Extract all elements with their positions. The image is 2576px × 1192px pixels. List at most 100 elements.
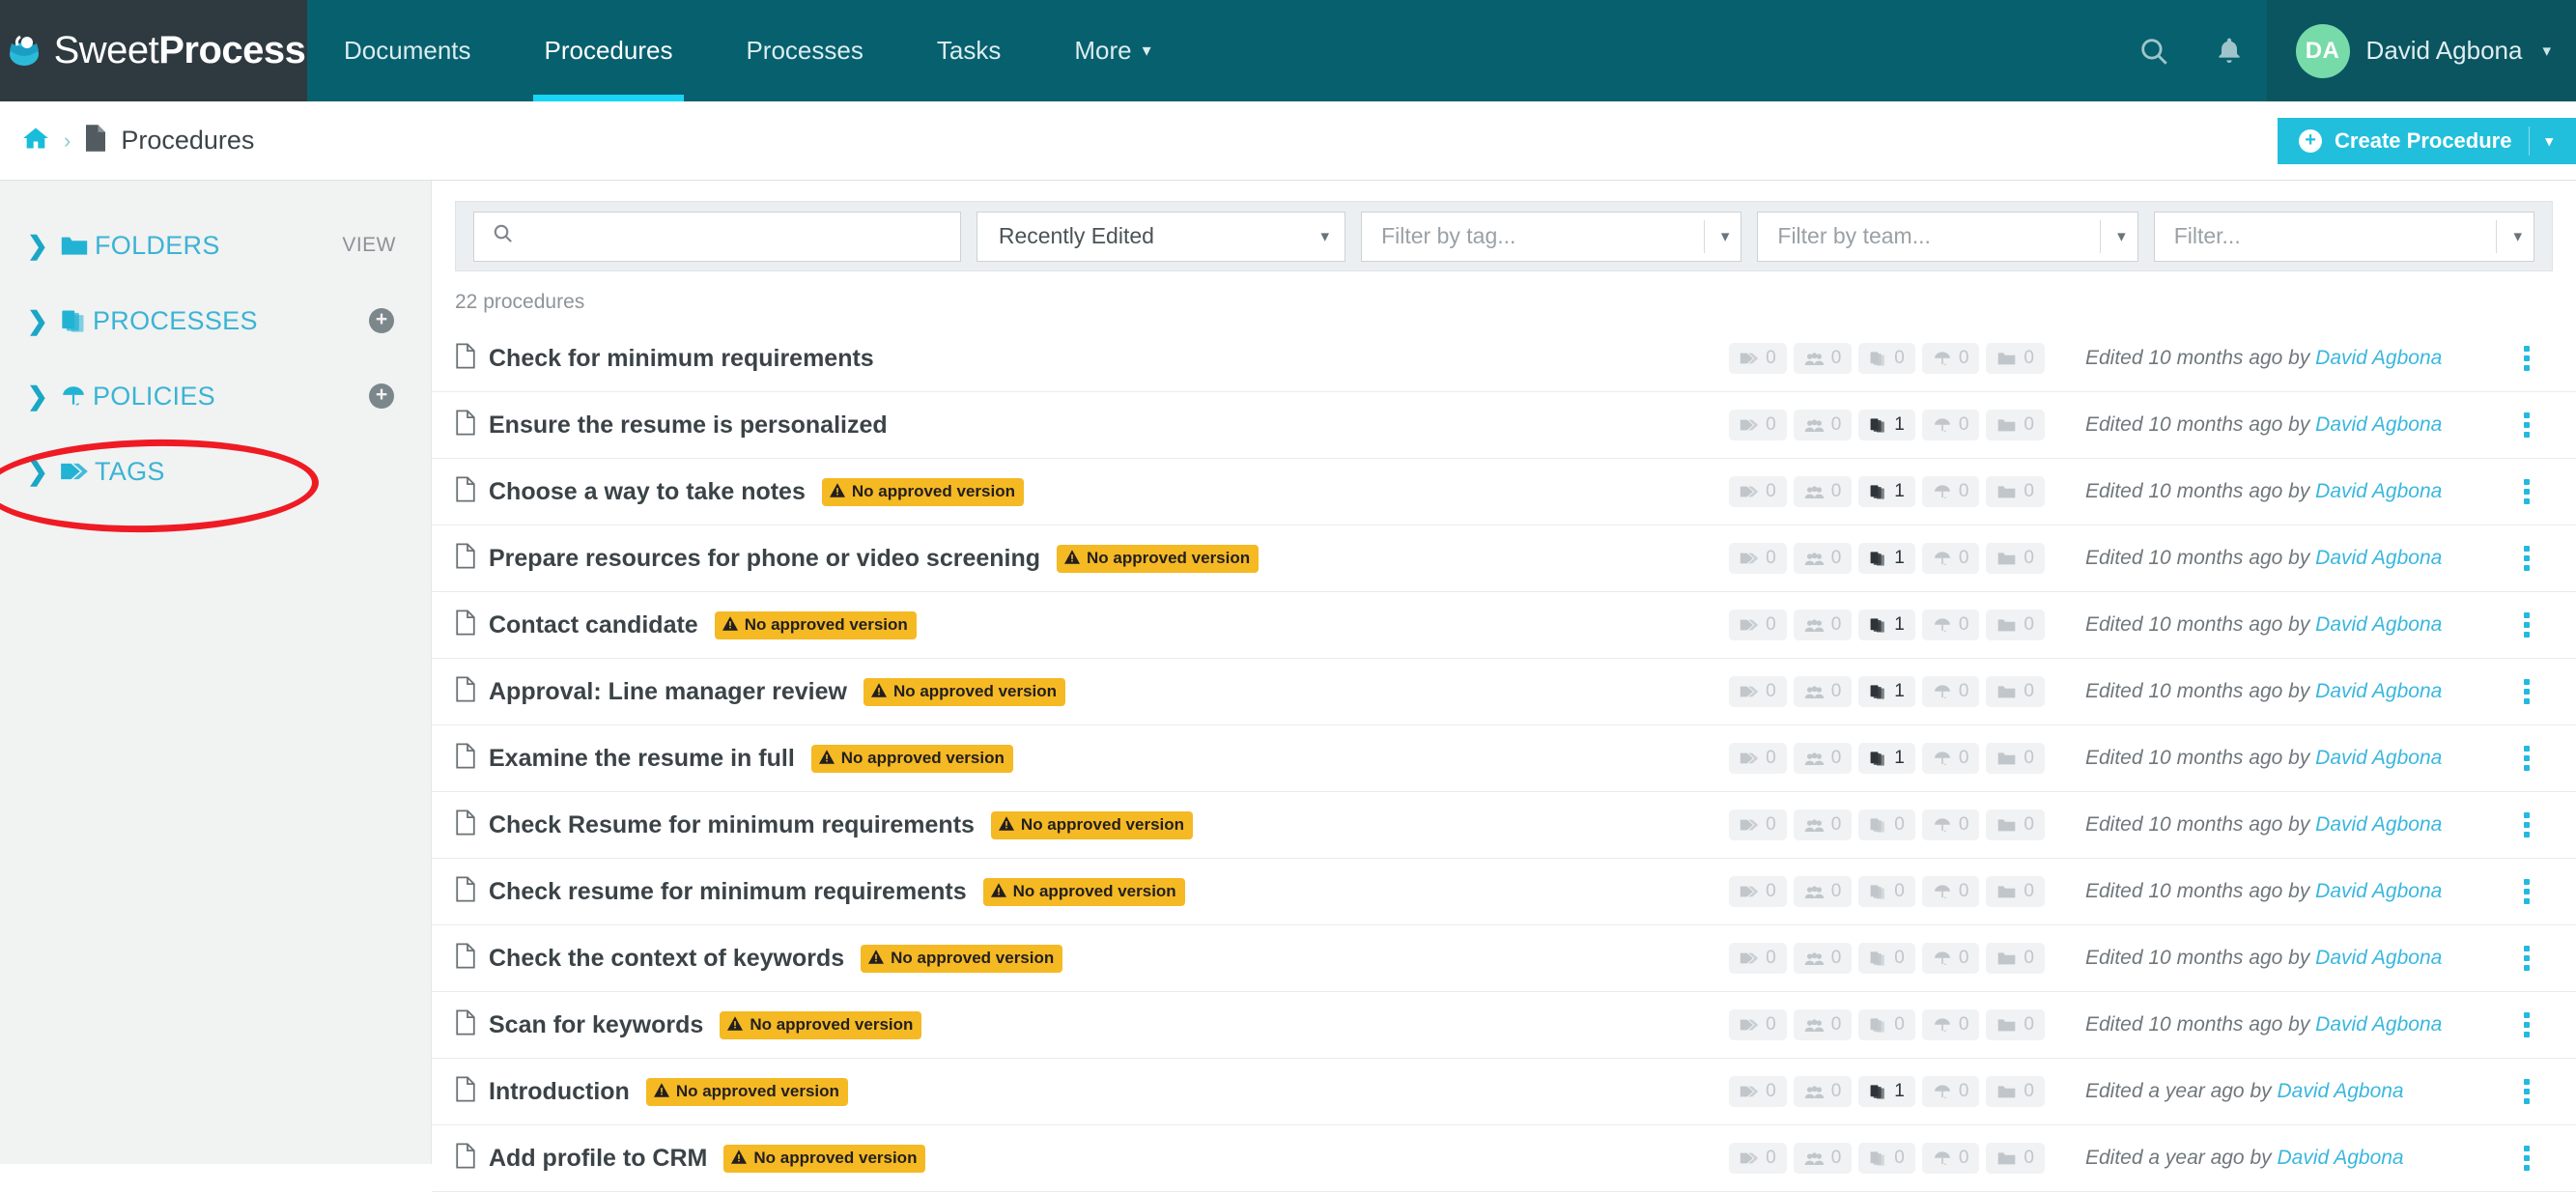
- table-row[interactable]: Check for minimum requirements 0 0 0 0 0 Edite…: [432, 326, 2576, 392]
- home-icon[interactable]: [21, 125, 50, 157]
- stat-processes[interactable]: 0: [1858, 1143, 1915, 1174]
- stat-policy[interactable]: 0: [1921, 809, 1980, 840]
- stat-team[interactable]: 0: [1793, 743, 1853, 774]
- table-row[interactable]: Choose a way to take notes No approved ve…: [432, 459, 2576, 525]
- stat-team[interactable]: 0: [1793, 476, 1853, 507]
- table-row[interactable]: Ensure the resume is personalized 0 0 1 0 0 Ed…: [432, 392, 2576, 459]
- stat-processes[interactable]: 1: [1858, 743, 1915, 774]
- procedure-name[interactable]: Approval: Line manager review: [489, 678, 847, 706]
- stat-policy[interactable]: 0: [1921, 410, 1980, 440]
- stat-policy[interactable]: 0: [1921, 1009, 1980, 1040]
- table-row[interactable]: Contact candidate No approved version 0 0 1 0…: [432, 592, 2576, 659]
- stat-team[interactable]: 0: [1793, 610, 1853, 640]
- row-actions-menu-icon[interactable]: [2499, 1075, 2555, 1108]
- nav-item-processes[interactable]: Processes: [709, 0, 899, 101]
- chevron-right-icon[interactable]: ❯: [27, 457, 60, 487]
- stat-folder[interactable]: 0: [1986, 943, 2045, 974]
- procedure-name[interactable]: Check Resume for minimum requirements: [489, 811, 975, 839]
- procedure-name[interactable]: Prepare resources for phone or video scr…: [489, 545, 1040, 573]
- editor-link[interactable]: David Agbona: [2315, 947, 2442, 969]
- nav-item-more[interactable]: More ▾: [1037, 0, 1187, 101]
- search-icon[interactable]: [2116, 0, 2192, 101]
- stat-folder[interactable]: 0: [1986, 676, 2045, 707]
- stat-team[interactable]: 0: [1793, 1076, 1853, 1107]
- sidebar-item-folders[interactable]: ❯ FOLDERS VIEW: [0, 208, 431, 283]
- chevron-right-icon[interactable]: ❯: [27, 231, 60, 261]
- stat-tag[interactable]: 0: [1729, 476, 1787, 507]
- user-menu[interactable]: DA David Agbona ▾: [2266, 0, 2576, 101]
- stat-policy[interactable]: 0: [1921, 343, 1980, 374]
- row-actions-menu-icon[interactable]: [2499, 809, 2555, 841]
- chevron-right-icon[interactable]: ❯: [27, 306, 60, 336]
- editor-link[interactable]: David Agbona: [2315, 347, 2442, 369]
- stat-tag[interactable]: 0: [1729, 676, 1787, 707]
- search-input[interactable]: [473, 211, 961, 262]
- row-actions-menu-icon[interactable]: [2499, 342, 2555, 375]
- row-actions-menu-icon[interactable]: [2499, 942, 2555, 975]
- procedure-name[interactable]: Check for minimum requirements: [489, 345, 874, 373]
- stat-folder[interactable]: 0: [1986, 809, 2045, 840]
- stat-processes[interactable]: 1: [1858, 476, 1915, 507]
- stat-processes[interactable]: 1: [1858, 610, 1915, 640]
- stat-processes[interactable]: 0: [1858, 943, 1915, 974]
- stat-policy[interactable]: 0: [1921, 943, 1980, 974]
- stat-processes[interactable]: 0: [1858, 1009, 1915, 1040]
- nav-item-documents[interactable]: Documents: [307, 0, 508, 101]
- stat-tag[interactable]: 0: [1729, 1143, 1787, 1174]
- row-actions-menu-icon[interactable]: [2499, 1008, 2555, 1041]
- add-process-button[interactable]: +: [369, 308, 394, 333]
- row-actions-menu-icon[interactable]: [2499, 1142, 2555, 1175]
- stat-policy[interactable]: 0: [1921, 1143, 1980, 1174]
- stat-tag[interactable]: 0: [1729, 410, 1787, 440]
- editor-link[interactable]: David Agbona: [2315, 547, 2442, 569]
- stat-processes[interactable]: 1: [1858, 410, 1915, 440]
- editor-link[interactable]: David Agbona: [2315, 880, 2442, 902]
- stat-policy[interactable]: 0: [1921, 543, 1980, 574]
- sort-select[interactable]: Recently Edited ▾: [976, 211, 1346, 262]
- sidebar-item-processes[interactable]: ❯ PROCESSES +: [0, 283, 431, 358]
- stat-tag[interactable]: 0: [1729, 876, 1787, 907]
- stat-tag[interactable]: 0: [1729, 743, 1787, 774]
- search-field[interactable]: [527, 223, 943, 249]
- stat-folder[interactable]: 0: [1986, 476, 2045, 507]
- table-row[interactable]: Check the context of keywords No approved…: [432, 925, 2576, 992]
- stat-processes[interactable]: 0: [1858, 343, 1915, 374]
- table-row[interactable]: Check resume for minimum requirements No …: [432, 859, 2576, 925]
- stat-processes[interactable]: 0: [1858, 809, 1915, 840]
- stat-processes[interactable]: 1: [1858, 676, 1915, 707]
- editor-link[interactable]: David Agbona: [2315, 613, 2442, 636]
- stat-policy[interactable]: 0: [1921, 743, 1980, 774]
- team-filter-select[interactable]: Filter by team... ▾: [1757, 211, 2138, 262]
- procedure-name[interactable]: Add profile to CRM: [489, 1145, 707, 1173]
- stat-folder[interactable]: 0: [1986, 1076, 2045, 1107]
- procedure-name[interactable]: Choose a way to take notes: [489, 478, 806, 506]
- stat-processes[interactable]: 0: [1858, 876, 1915, 907]
- stat-tag[interactable]: 0: [1729, 1009, 1787, 1040]
- procedure-name[interactable]: Scan for keywords: [489, 1011, 703, 1039]
- editor-link[interactable]: David Agbona: [2315, 1013, 2442, 1036]
- stat-folder[interactable]: 0: [1986, 343, 2045, 374]
- stat-tag[interactable]: 0: [1729, 610, 1787, 640]
- nav-item-procedures[interactable]: Procedures: [508, 0, 710, 101]
- stat-team[interactable]: 0: [1793, 410, 1853, 440]
- editor-link[interactable]: David Agbona: [2315, 680, 2442, 702]
- stat-processes[interactable]: 1: [1858, 543, 1915, 574]
- editor-link[interactable]: David Agbona: [2315, 747, 2442, 769]
- editor-link[interactable]: David Agbona: [2277, 1080, 2403, 1102]
- row-actions-menu-icon[interactable]: [2499, 409, 2555, 441]
- chevron-right-icon[interactable]: ❯: [27, 382, 60, 412]
- tag-filter-select[interactable]: Filter by tag... ▾: [1361, 211, 1742, 262]
- row-actions-menu-icon[interactable]: [2499, 675, 2555, 708]
- stat-tag[interactable]: 0: [1729, 943, 1787, 974]
- stat-folder[interactable]: 0: [1986, 543, 2045, 574]
- stat-processes[interactable]: 1: [1858, 1076, 1915, 1107]
- stat-policy[interactable]: 0: [1921, 1076, 1980, 1107]
- create-procedure-button[interactable]: + Create Procedure ▾: [2278, 118, 2576, 164]
- stat-folder[interactable]: 0: [1986, 743, 2045, 774]
- stat-team[interactable]: 0: [1793, 543, 1853, 574]
- stat-team[interactable]: 0: [1793, 1009, 1853, 1040]
- procedure-name[interactable]: Examine the resume in full: [489, 745, 795, 773]
- table-row[interactable]: Check Resume for minimum requirements No …: [432, 792, 2576, 859]
- stat-team[interactable]: 0: [1793, 943, 1853, 974]
- row-actions-menu-icon[interactable]: [2499, 475, 2555, 508]
